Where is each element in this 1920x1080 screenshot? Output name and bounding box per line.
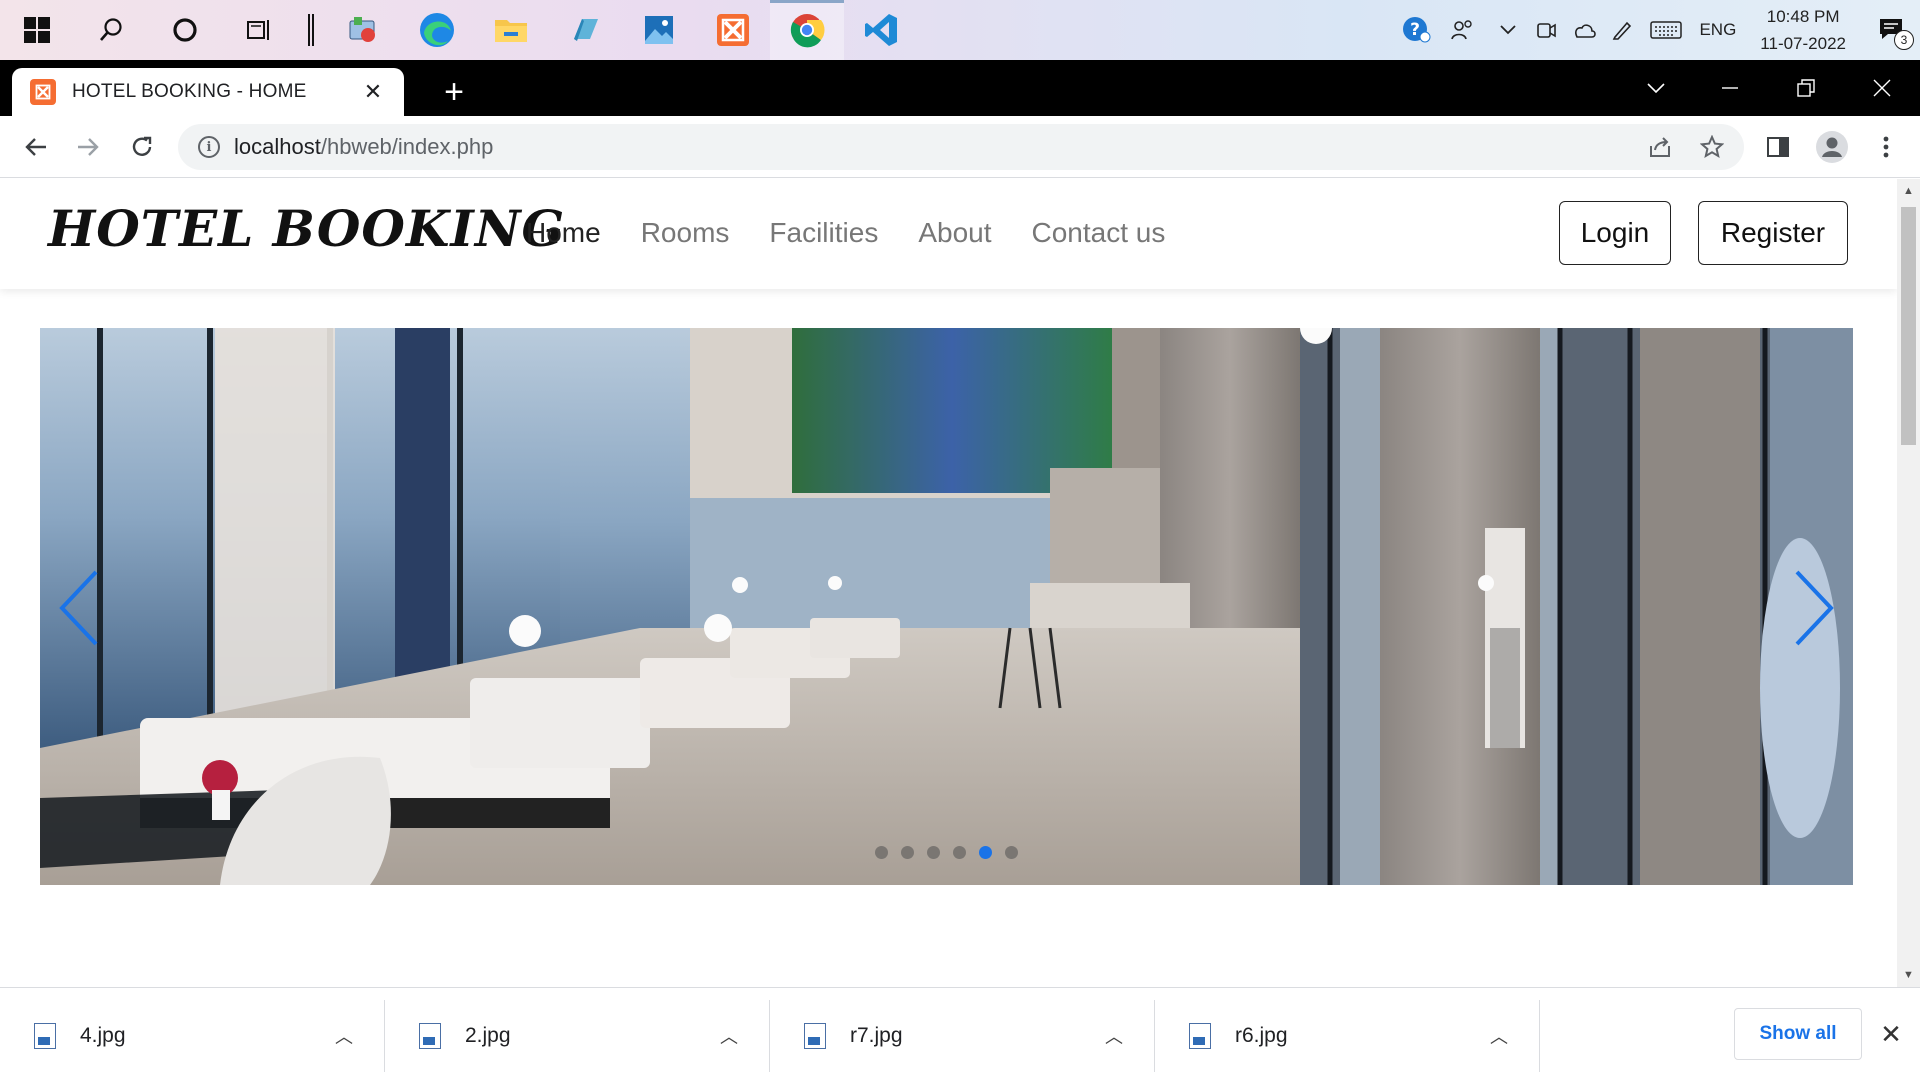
chevron-up-tray-icon[interactable] [1489,0,1527,60]
language-indicator[interactable]: ENG [1691,20,1750,40]
tab-search-chevron-icon[interactable] [1618,60,1694,116]
side-panel-icon[interactable] [1758,127,1798,167]
new-tab-button[interactable]: + [430,68,478,116]
site-brand[interactable]: HOTEL BOOKING [48,199,565,258]
address-bar[interactable]: i localhost/hbweb/index.php [178,124,1744,170]
cortana-icon[interactable] [148,0,222,60]
image-file-icon [419,1023,441,1049]
site-navbar: HOTEL BOOKING Home Rooms Facilities Abou… [0,179,1897,289]
forward-arrow-icon[interactable] [68,127,108,167]
image-file-icon [1189,1023,1211,1049]
minimize-window-icon[interactable] [1692,60,1768,116]
tab-title: HOTEL BOOKING - HOME [72,81,307,102]
site-info-icon[interactable]: i [198,136,220,158]
nav-rooms[interactable]: Rooms [641,217,730,249]
clock-date: 11-07-2022 [1760,34,1846,53]
keyboard-icon[interactable] [1641,0,1691,60]
tab-close-icon[interactable]: ✕ [360,79,386,105]
page-scrollbar[interactable]: ▲ ▼ [1897,179,1920,987]
search-icon[interactable] [74,0,148,60]
chevron-up-icon[interactable]: ︿ [324,1023,364,1049]
carousel-next-icon[interactable] [1785,568,1845,648]
close-download-shelf-icon[interactable]: ✕ [1876,1014,1906,1054]
meet-now-icon[interactable] [1527,0,1565,60]
hero-carousel [40,328,1853,885]
nav-home[interactable]: Home [526,217,601,249]
browser-toolbar: i localhost/hbweb/index.php [0,116,1920,178]
people-icon[interactable] [1435,0,1489,60]
site-menu: Home Rooms Facilities About Contact us [526,217,1205,249]
windows-taskbar: ? ENG 10:48 PM 11-07-2022 3 [0,0,1920,60]
notification-center-icon[interactable]: 3 [1864,0,1920,60]
bookmark-star-icon[interactable] [1690,124,1734,170]
download-filename: 4.jpg [80,1024,126,1047]
xampp-icon[interactable] [696,0,770,60]
share-icon[interactable] [1638,124,1682,170]
windows-start-icon[interactable] [0,0,74,60]
image-file-icon [34,1023,56,1049]
carousel-indicator-active[interactable] [979,846,992,859]
chevron-up-icon[interactable]: ︿ [1094,1023,1134,1049]
carousel-indicator[interactable] [875,846,888,859]
restore-window-icon[interactable] [1768,60,1844,116]
reload-icon[interactable] [122,127,162,167]
carousel-indicator[interactable] [1005,846,1018,859]
notepad-icon[interactable] [548,0,622,60]
download-item[interactable]: r7.jpg ︿ [770,1000,1155,1072]
url-path: /hbweb/index.php [320,134,494,159]
pen-icon[interactable] [1603,0,1641,60]
carousel-indicator[interactable] [901,846,914,859]
url-host: localhost [234,134,321,159]
browser-tab-active[interactable]: HOTEL BOOKING - HOME ✕ [12,68,404,116]
carousel-slide-image [40,328,1853,885]
task-view-icon[interactable] [222,0,296,60]
carousel-indicators [40,846,1853,859]
scroll-up-arrow-icon[interactable]: ▲ [1897,181,1920,201]
register-button[interactable]: Register [1698,201,1848,265]
system-tray: ? ENG 10:48 PM 11-07-2022 3 [1397,0,1920,60]
chrome-menu-icon[interactable] [1866,127,1906,167]
chevron-up-icon[interactable]: ︿ [1479,1023,1519,1049]
page-viewport: HOTEL BOOKING Home Rooms Facilities Abou… [0,179,1897,987]
carousel-indicator[interactable] [953,846,966,859]
vscode-icon[interactable] [844,0,918,60]
svg-text:?: ? [1411,20,1421,40]
chrome-icon[interactable] [770,0,844,60]
scrollbar-thumb[interactable] [1901,207,1916,445]
carousel-indicator[interactable] [927,846,940,859]
xampp-favicon-icon [30,79,56,105]
download-filename: r7.jpg [850,1024,903,1047]
clock[interactable]: 10:48 PM 11-07-2022 [1750,3,1864,57]
nav-facilities[interactable]: Facilities [769,217,878,249]
nav-contact[interactable]: Contact us [1032,217,1166,249]
taskbar-separator-icon [296,0,326,60]
back-arrow-icon[interactable] [16,127,56,167]
download-item[interactable]: r6.jpg ︿ [1155,1000,1540,1072]
file-explorer-icon[interactable] [474,0,548,60]
nav-about[interactable]: About [918,217,991,249]
show-all-downloads-button[interactable]: Show all [1734,1008,1862,1060]
profile-avatar-icon[interactable] [1812,127,1852,167]
download-item[interactable]: 2.jpg ︿ [385,1000,770,1072]
help-icon[interactable]: ? [1397,0,1435,60]
carousel-prev-icon[interactable] [48,568,108,648]
scroll-down-arrow-icon[interactable]: ▼ [1897,965,1920,985]
download-filename: r6.jpg [1235,1024,1288,1047]
image-file-icon [804,1023,826,1049]
download-filename: 2.jpg [465,1024,511,1047]
url-text[interactable]: localhost/hbweb/index.php [234,134,493,160]
close-window-icon[interactable] [1844,60,1920,116]
download-item[interactable]: 4.jpg ︿ [0,1000,385,1072]
download-shelf: 4.jpg ︿ 2.jpg ︿ r7.jpg ︿ r6.jpg ︿ Show a… [0,987,1920,1080]
onedrive-icon[interactable] [1565,0,1603,60]
browser-tab-strip: HOTEL BOOKING - HOME ✕ + [0,60,1920,116]
photos-icon[interactable] [622,0,696,60]
notification-count-badge: 3 [1894,30,1914,50]
control-panel-icon[interactable] [326,0,400,60]
edge-icon[interactable] [400,0,474,60]
chevron-up-icon[interactable]: ︿ [709,1023,749,1049]
clock-time: 10:48 PM [1766,7,1840,26]
login-button[interactable]: Login [1559,201,1671,265]
